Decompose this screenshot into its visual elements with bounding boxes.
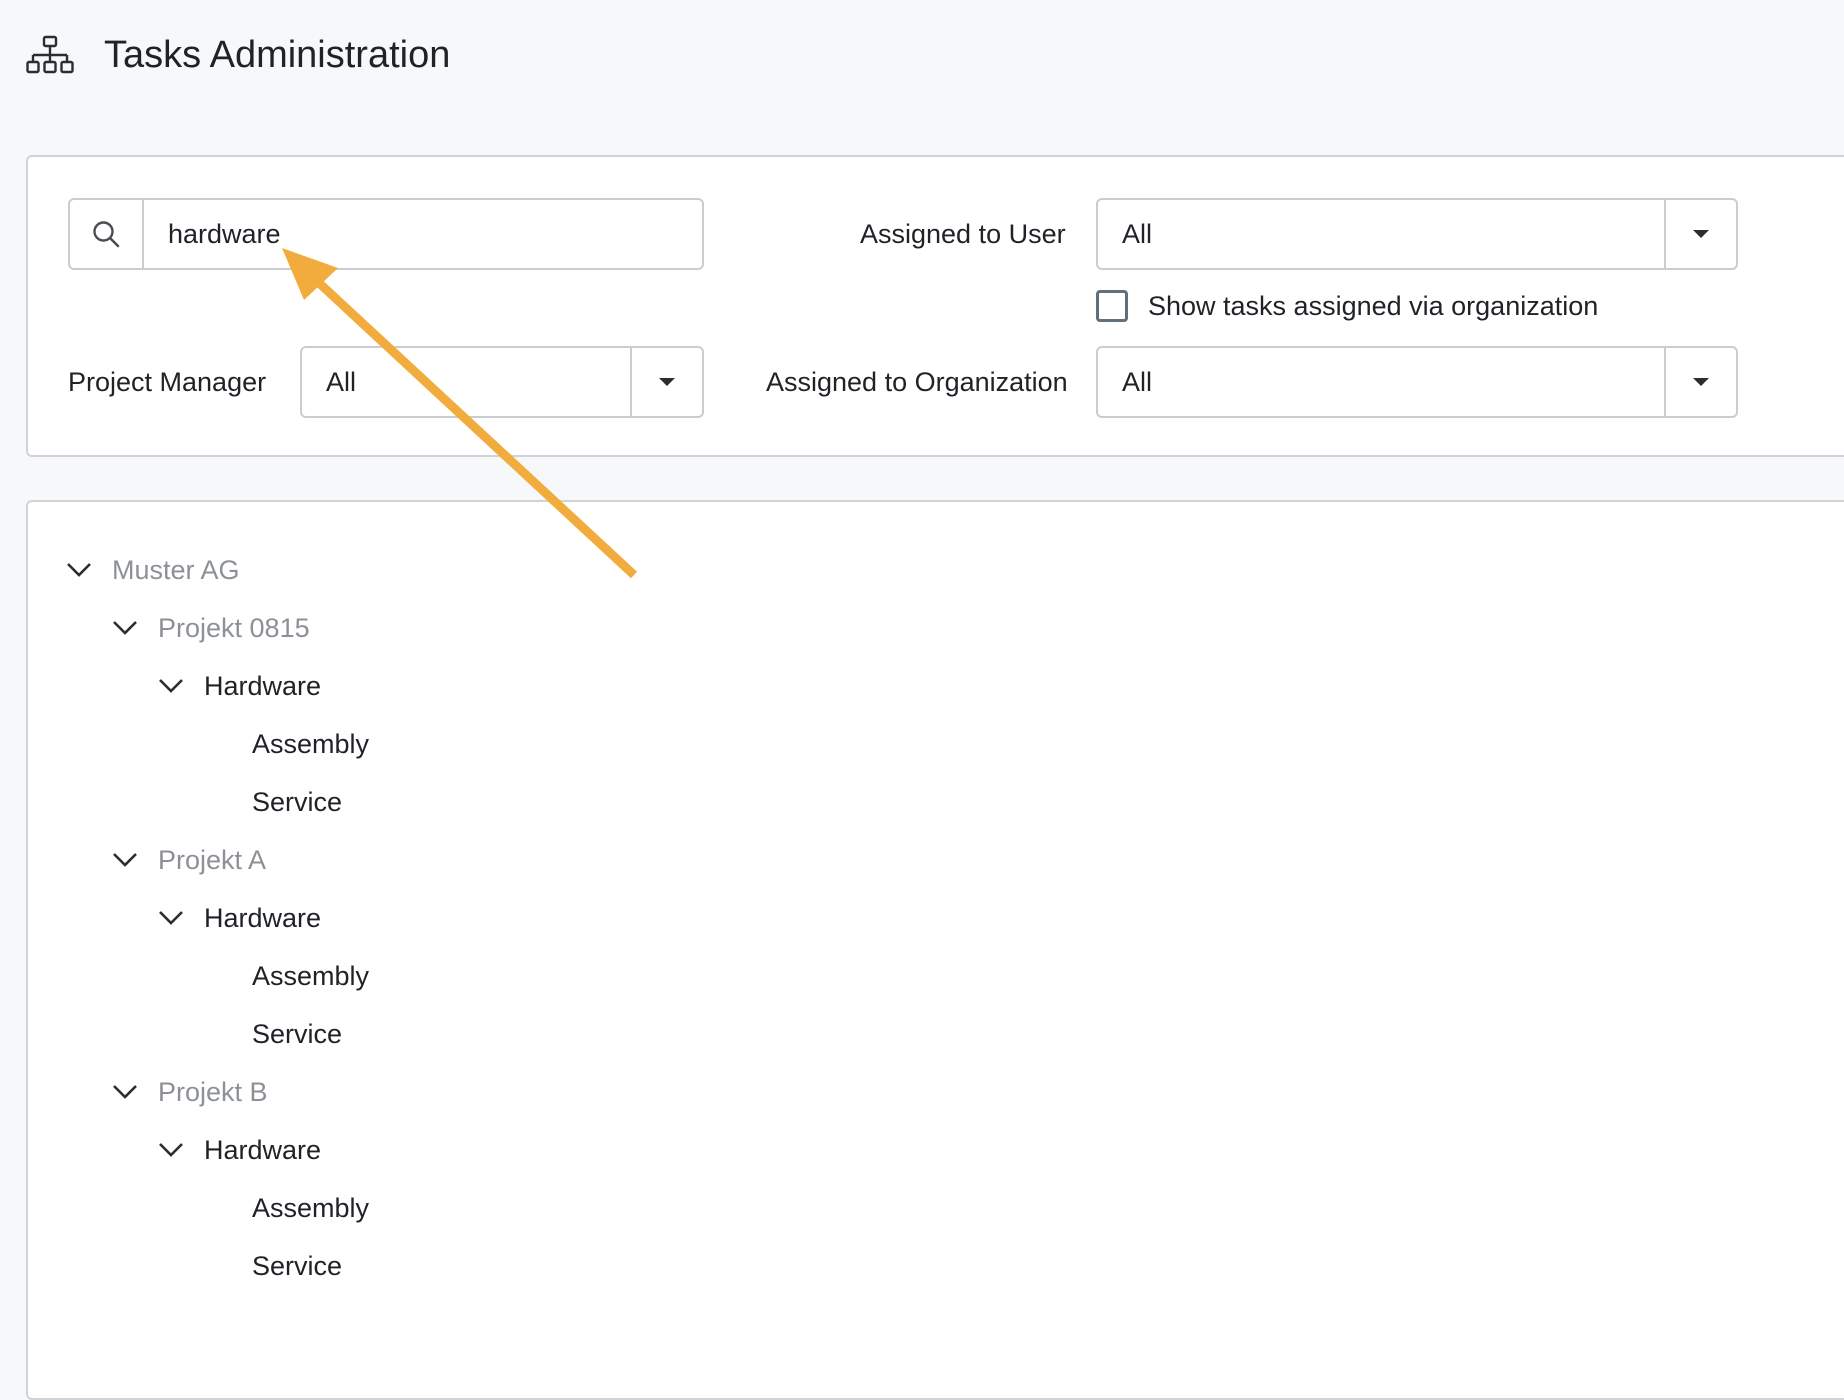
assigned-org-label: Assigned to Organization [766,367,1068,397]
caret-down-icon [1693,230,1709,238]
search-icon [93,221,120,248]
caret-down-icon [659,378,675,386]
tree-node-task[interactable]: Assembly [252,1179,369,1237]
chevron-down-icon[interactable] [112,1079,138,1105]
tree-node-label: Projekt B [158,1076,268,1107]
tree-node-label: Muster AG [112,554,240,585]
project-manager-label: Project Manager [68,367,267,397]
page-header: Tasks Administration [26,30,450,80]
chevron-down-icon[interactable] [158,1137,184,1163]
assigned-org-select[interactable]: All [1096,346,1738,418]
tree-node-label: Projekt A [158,844,267,875]
project-manager-value: All [326,367,357,397]
tree-node-group[interactable]: Hardware [158,889,321,947]
search-input[interactable] [144,200,702,268]
tree-node-organization[interactable]: Muster AG [66,541,240,599]
assigned-org-dropdown-toggle[interactable] [1664,348,1736,416]
tree-node-label: Hardware [204,1134,322,1165]
chevron-down-icon[interactable] [158,905,184,931]
assigned-user-value: All [1122,219,1153,249]
search-addon[interactable] [70,200,144,268]
caret-down-icon [1693,378,1709,386]
assigned-user-select[interactable]: All [1096,198,1738,270]
tree-node-task[interactable]: Assembly [252,947,369,1005]
project-manager-dropdown-toggle[interactable] [630,348,702,416]
tree-node-label: Projekt 0815 [158,612,310,643]
chevron-down-icon[interactable] [158,673,184,699]
sitemap-icon [26,35,74,74]
project-manager-select[interactable]: All [300,346,704,418]
show-via-org-checkbox[interactable] [1096,290,1128,322]
chevron-down-icon[interactable] [112,615,138,641]
tree-node-project[interactable]: Projekt B [112,1063,268,1121]
tree-node-task[interactable]: Assembly [252,715,369,773]
show-via-org-label[interactable]: Show tasks assigned via organization [1148,291,1598,322]
tree-node-group[interactable]: Hardware [158,1121,321,1179]
tree-node-task[interactable]: Service [252,773,342,831]
chevron-down-icon[interactable] [66,557,92,583]
tree-node-project[interactable]: Projekt 0815 [112,599,310,657]
tree-node-label: Service [252,786,343,817]
tree-node-label: Service [252,1018,343,1049]
assigned-user-dropdown-toggle[interactable] [1664,200,1736,268]
tree-node-group[interactable]: Hardware [158,657,321,715]
tree-node-label: Hardware [204,902,322,933]
tree-node-project[interactable]: Projekt A [112,831,266,889]
show-via-org-row[interactable]: Show tasks assigned via organization [1096,286,1598,326]
page-title: Tasks Administration [104,33,451,76]
tree-node-label: Service [252,1250,343,1281]
chevron-down-icon[interactable] [112,847,138,873]
tree-node-label: Hardware [204,670,322,701]
tree-node-task[interactable]: Service [252,1005,342,1063]
tree-node-task[interactable]: Service [252,1237,342,1295]
tree-node-label: Assembly [252,728,370,759]
search-box [68,198,704,270]
assigned-org-value: All [1122,367,1153,397]
tree-node-label: Assembly [252,960,370,991]
tree-node-label: Assembly [252,1192,370,1223]
assigned-user-label: Assigned to User [860,219,1066,249]
